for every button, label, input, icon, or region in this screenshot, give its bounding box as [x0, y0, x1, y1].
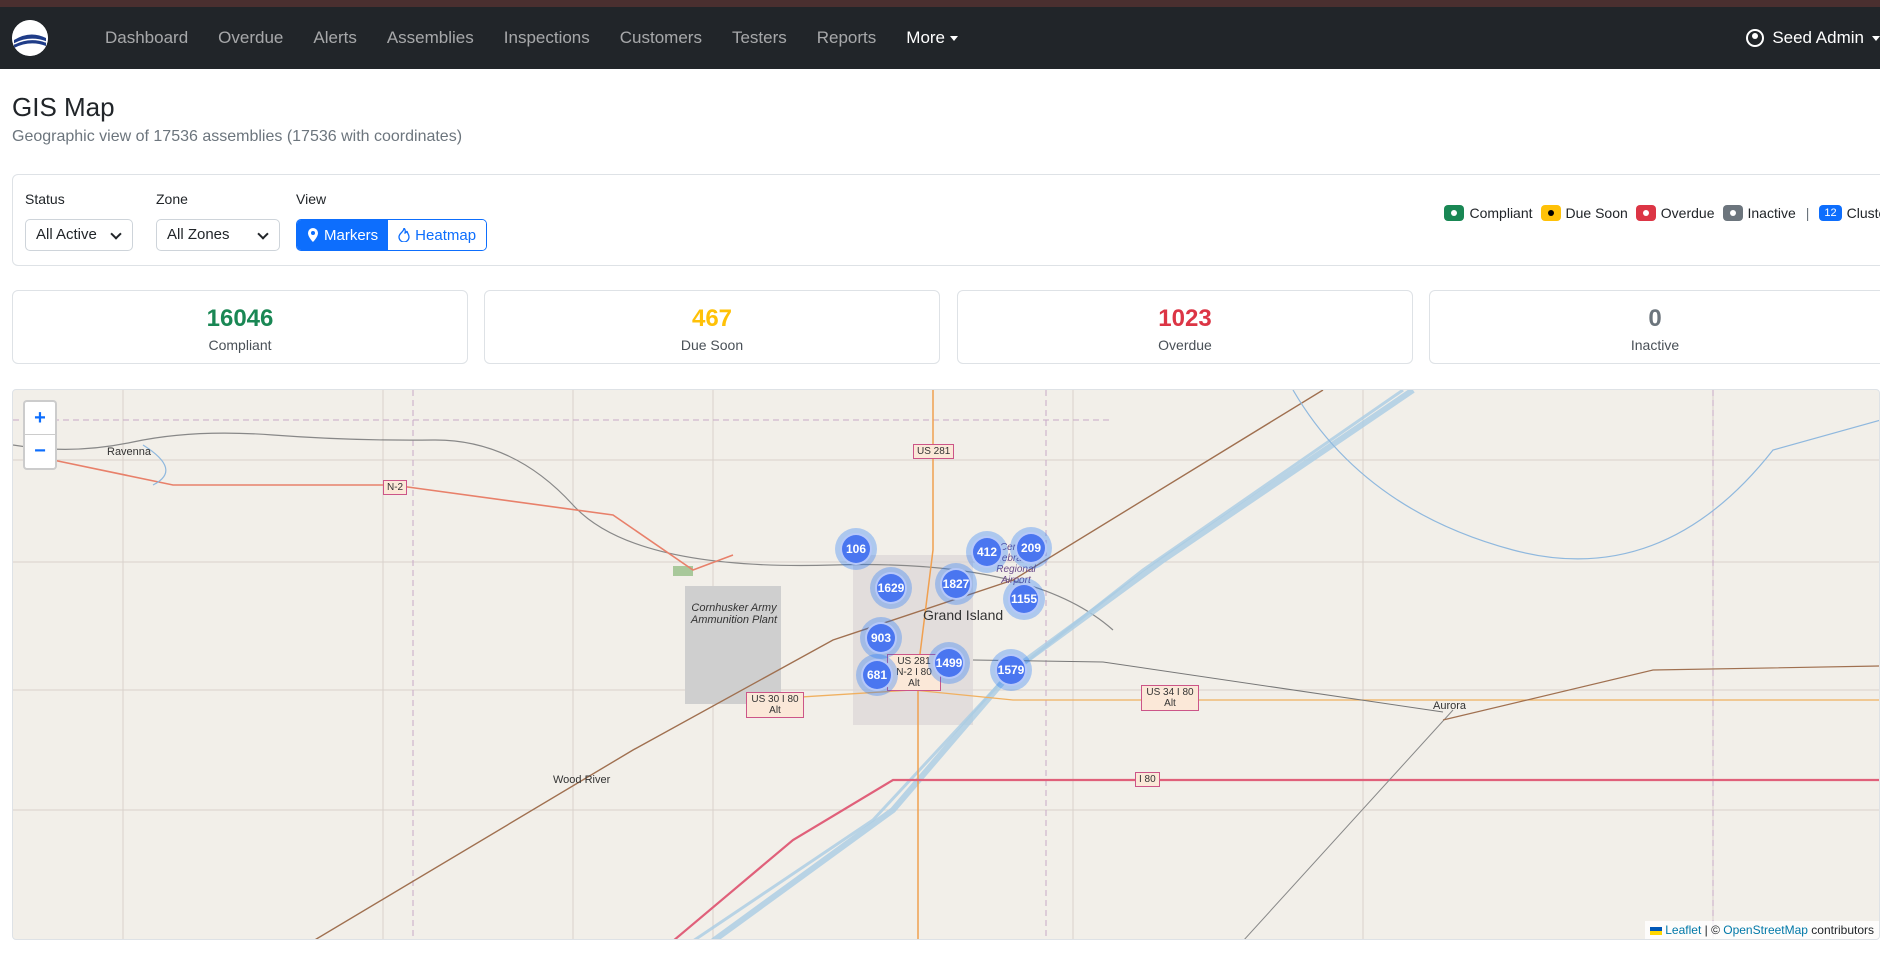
chevron-down-icon	[257, 228, 269, 240]
stat-overdue-label: Overdue	[1158, 337, 1212, 353]
status-select-value: All Active	[36, 226, 97, 243]
zoom-in-button[interactable]: +	[25, 402, 55, 435]
nav-testers[interactable]: Testers	[724, 28, 795, 48]
stat-inactive-label: Inactive	[1630, 337, 1680, 353]
stat-inactive: 0 Inactive	[1429, 290, 1880, 364]
page-subtitle: Geographic view of 17536 assemblies (175…	[12, 128, 463, 145]
zone-label: Zone	[156, 191, 188, 207]
zoom-out-button[interactable]: −	[25, 435, 55, 468]
nav-dashboard[interactable]: Dashboard	[97, 28, 196, 48]
nav-inspections[interactable]: Inspections	[496, 28, 598, 48]
due-soon-dot-icon	[1540, 205, 1561, 221]
cluster-count-badge: 12	[1819, 205, 1842, 221]
status-label: Status	[25, 191, 65, 207]
status-select[interactable]: All Active	[25, 219, 133, 251]
page-title: GIS Map	[12, 92, 115, 122]
compliant-dot-icon	[1444, 205, 1465, 221]
map-cluster[interactable]: 1629	[870, 567, 912, 609]
heatmap-button[interactable]: Heatmap	[388, 220, 487, 250]
legend-separator: |	[1805, 205, 1810, 221]
stat-overdue-value: 1023	[1158, 305, 1212, 332]
fire-icon	[398, 228, 410, 242]
nav-assemblies[interactable]: Assemblies	[379, 28, 482, 48]
gis-map[interactable]: Ravenna Grand Island Aurora Wood River C…	[12, 389, 1880, 940]
map-marker-icon	[308, 228, 318, 242]
overdue-dot-icon	[1635, 205, 1656, 221]
nav-reports[interactable]: Reports	[809, 28, 885, 48]
zoom-control: + −	[23, 400, 57, 470]
map-cluster[interactable]: 412	[966, 531, 1008, 573]
ukraine-flag-icon	[1650, 926, 1663, 935]
nav-more-label: More	[906, 28, 946, 47]
place-aurora: Aurora	[1433, 700, 1467, 712]
place-wood-river: Wood River	[553, 774, 611, 786]
stat-inactive-value: 0	[1648, 305, 1662, 332]
stat-due-soon: 467 Due Soon	[484, 290, 940, 364]
map-cluster[interactable]: 106	[835, 528, 877, 570]
map-cluster[interactable]: 1499	[928, 642, 970, 684]
nav-alerts[interactable]: Alerts	[305, 28, 364, 48]
map-cluster[interactable]: 681	[856, 654, 898, 696]
top-accent-strip	[0, 0, 1880, 7]
nav-menu: Dashboard Overdue Alerts Assemblies Insp…	[90, 7, 973, 69]
road-us30: US 30 I 80 Alt	[746, 692, 804, 718]
heatmap-label: Heatmap	[415, 226, 477, 244]
user-circle-icon	[1746, 29, 1765, 47]
nav-overdue[interactable]: Overdue	[210, 28, 291, 48]
map-cluster[interactable]: 1827	[935, 563, 977, 605]
user-name: Seed Admin	[1772, 28, 1864, 47]
map-cluster[interactable]: 1155	[1003, 578, 1045, 620]
zone-select[interactable]: All Zones	[156, 219, 280, 251]
place-cornhusker-plant: Cornhusker Army Ammunition Plant	[690, 602, 778, 626]
legend-due-soon: Due Soon	[1540, 205, 1628, 221]
road-n2: N-2	[383, 480, 408, 495]
nav-customers[interactable]: Customers	[612, 28, 710, 48]
road-us34: US 34 I 80 Alt	[1141, 685, 1199, 711]
zone-select-value: All Zones	[167, 226, 230, 243]
markers-button[interactable]: Markers	[297, 220, 389, 250]
stat-compliant: 16046 Compliant	[12, 290, 468, 364]
view-label: View	[296, 191, 327, 207]
map-cluster[interactable]: 209	[1010, 527, 1052, 569]
stat-compliant-label: Compliant	[208, 337, 272, 353]
stat-due-soon-label: Due Soon	[680, 337, 744, 353]
caret-down-icon	[950, 35, 959, 41]
markers-label: Markers	[324, 226, 379, 244]
map-legend: Compliant Due Soon Overdue Inactive | 12…	[1436, 205, 1880, 221]
legend-overdue: Overdue	[1635, 205, 1715, 221]
inactive-dot-icon	[1722, 205, 1743, 221]
legend-compliant: Compliant	[1444, 205, 1533, 221]
stat-due-soon-value: 467	[691, 305, 733, 332]
stat-overdue: 1023 Overdue	[957, 290, 1413, 364]
leaflet-link[interactable]: Leaflet	[1665, 923, 1701, 937]
view-toggle: Markers Heatmap	[296, 219, 488, 251]
chevron-down-icon	[110, 228, 122, 240]
place-grand-island: Grand Island	[923, 607, 1004, 623]
stat-compliant-value: 16046	[206, 305, 274, 332]
legend-cluster: 12Cluster	[1819, 205, 1880, 221]
osm-link[interactable]: OpenStreetMap	[1723, 923, 1808, 937]
nav-more-dropdown[interactable]: More	[898, 28, 966, 48]
road-i80: I 80	[1135, 772, 1160, 787]
user-menu[interactable]: Seed Admin	[1746, 7, 1880, 69]
map-attribution: Leaflet | © OpenStreetMap contributors	[1645, 921, 1879, 939]
legend-inactive: Inactive	[1722, 205, 1796, 221]
caret-down-icon	[1872, 35, 1880, 41]
road-us281: US 281	[913, 444, 955, 459]
app-logo[interactable]	[12, 20, 48, 56]
top-navbar: Dashboard Overdue Alerts Assemblies Insp…	[0, 7, 1880, 69]
place-ravenna: Ravenna	[107, 446, 152, 458]
map-cluster[interactable]: 903	[860, 617, 902, 659]
map-cluster[interactable]: 1579	[990, 649, 1032, 691]
filter-card: Status All Active Zone All Zones View Ma…	[12, 174, 1880, 266]
